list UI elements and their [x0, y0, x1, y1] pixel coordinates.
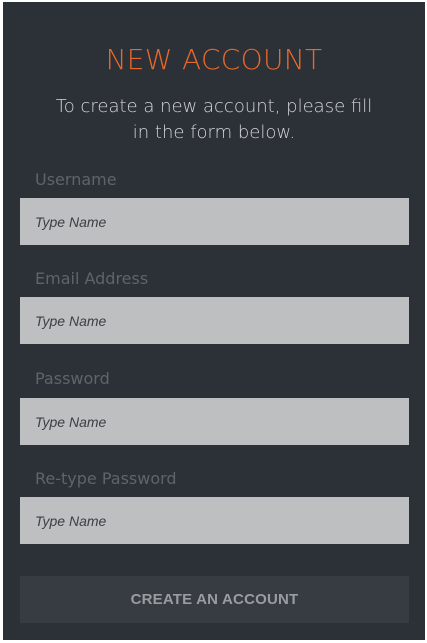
password-label: Password — [35, 369, 110, 388]
username-label: Username — [35, 170, 117, 189]
page-title: NEW ACCOUNT — [105, 43, 323, 76]
create-account-button[interactable]: CREATE AN ACCOUNT — [20, 576, 409, 623]
username-input[interactable] — [20, 198, 409, 245]
password-input[interactable] — [20, 398, 409, 445]
retype-password-input[interactable] — [20, 497, 409, 544]
email-address-label: Email Address — [35, 269, 149, 288]
email-address-input[interactable] — [20, 297, 409, 344]
page-subtitle: To create a new account, please fill in … — [55, 96, 373, 143]
retype-password-label: Re-type Password — [35, 469, 177, 488]
new-account-panel: NEW ACCOUNT To create a new account, ple… — [3, 2, 425, 640]
